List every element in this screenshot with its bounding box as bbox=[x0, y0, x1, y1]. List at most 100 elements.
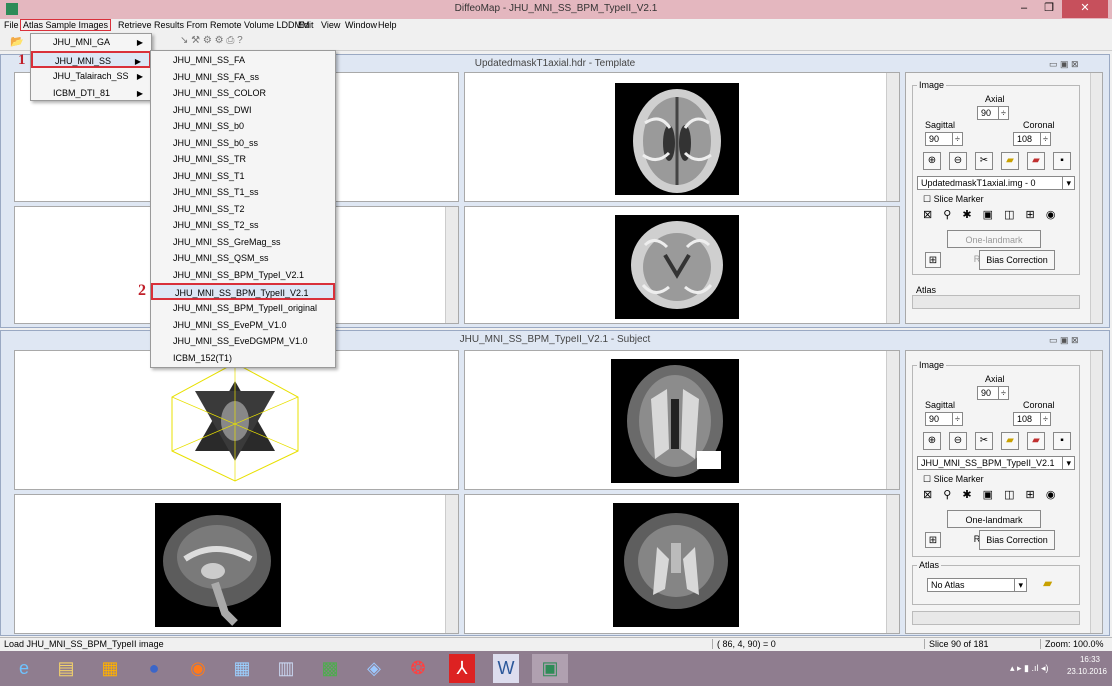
zoom-in-icon[interactable]: ⊕ bbox=[923, 432, 941, 450]
atlas-open-icon[interactable]: ▰ bbox=[1043, 576, 1052, 590]
template-axial-scrollbar[interactable] bbox=[886, 73, 899, 201]
submenu-item[interactable]: JHU_MNI_SS_FA_ss bbox=[151, 69, 335, 86]
template-panel-scrollbar[interactable] bbox=[1090, 73, 1102, 323]
zoom-in-icon[interactable]: ⊕ bbox=[923, 152, 941, 170]
menu-item-jhu-talairach-ss[interactable]: JHU_Talairach_SS ▶ bbox=[31, 68, 151, 85]
menu-help[interactable]: Help bbox=[378, 20, 397, 30]
zoom-out-icon[interactable]: ⊖ bbox=[949, 432, 967, 450]
subject-image-select[interactable]: JHU_MNI_SS_BPM_TypeII_V2.1 ▾ bbox=[917, 456, 1075, 470]
open-icon[interactable]: ▰ bbox=[1001, 152, 1019, 170]
subject-coronal-scrollbar[interactable] bbox=[886, 495, 899, 633]
template-window-controls[interactable]: ▭ ▣ ⊠ bbox=[1049, 59, 1079, 70]
subject-panel-scrollbar[interactable] bbox=[1090, 351, 1102, 633]
notepad-icon[interactable]: ▥ bbox=[268, 654, 304, 683]
diffeomap-task-icon[interactable]: ▣ bbox=[532, 654, 568, 683]
subject-window-controls[interactable]: ▭ ▣ ⊠ bbox=[1049, 335, 1079, 346]
menu-atlas-sample-images[interactable]: Atlas Sample Images bbox=[20, 19, 112, 31]
menu-edit[interactable]: Edit bbox=[298, 20, 314, 30]
template-one-landmark-button[interactable]: One-landmark Resample bbox=[947, 230, 1041, 264]
submenu-item[interactable]: JHU_MNI_SS_b0_ss bbox=[151, 135, 335, 152]
save-icon[interactable]: ▪ bbox=[1053, 432, 1071, 450]
app-icon-2[interactable]: ▦ bbox=[224, 654, 260, 683]
submenu-item[interactable]: JHU_MNI_SS_FA bbox=[151, 52, 335, 69]
load-icon[interactable]: ▰ bbox=[1027, 432, 1045, 450]
submenu-item[interactable]: JHU_MNI_SS_BPM_TypeII_original bbox=[151, 300, 335, 317]
media-icon[interactable]: ● bbox=[136, 654, 172, 683]
app-icon-3[interactable]: ◈ bbox=[356, 654, 392, 683]
close-icon[interactable]: ✕ bbox=[1062, 0, 1108, 18]
menu-retrieve-results[interactable]: Retrieve Results From Remote Volume LDDM… bbox=[118, 20, 310, 30]
word-icon[interactable]: W bbox=[493, 654, 519, 683]
subject-pane-axial[interactable] bbox=[464, 350, 900, 490]
app-icon-4[interactable]: ❂ bbox=[400, 654, 436, 683]
subject-pane-sagittal[interactable] bbox=[14, 494, 459, 634]
subject-pane-3d[interactable] bbox=[14, 350, 459, 490]
subject-one-landmark-button[interactable]: One-landmark Resample bbox=[947, 510, 1041, 544]
zoom-out-icon[interactable]: ⊖ bbox=[949, 152, 967, 170]
submenu-item[interactable]: JHU_MNI_SS_GreMag_ss bbox=[151, 234, 335, 251]
submenu-item[interactable]: JHU_MNI_SS_BPM_TypeI_V2.1 bbox=[151, 267, 335, 284]
template-h-scrollbar[interactable] bbox=[912, 295, 1080, 309]
template-slice-marker-checkbox[interactable]: ☐ Slice Marker bbox=[923, 194, 984, 205]
subject-tool-icons[interactable]: ⊠ ⚲ ✱ ▣ ◫ ⊞ ◉ bbox=[923, 488, 1073, 506]
load-icon[interactable]: ▰ bbox=[1027, 152, 1045, 170]
submenu-item[interactable]: JHU_MNI_SS_b0 bbox=[151, 118, 335, 135]
subject-coronal-spinner[interactable]: 108 ÷ bbox=[1013, 412, 1051, 426]
submenu-item-bpm-typeii-v2-1[interactable]: JHU_MNI_SS_BPM_TypeII_V2.1 bbox=[151, 283, 335, 300]
submenu-item[interactable]: JHU_MNI_SS_QSM_ss bbox=[151, 250, 335, 267]
menu-window[interactable]: Window bbox=[345, 20, 377, 30]
open-icon[interactable]: ▰ bbox=[1001, 432, 1019, 450]
submenu-item[interactable]: JHU_MNI_SS_TR bbox=[151, 151, 335, 168]
template-bias-button[interactable]: Bias Correction bbox=[979, 250, 1055, 270]
menu-file[interactable]: File bbox=[4, 20, 19, 30]
template-axial-spinner[interactable]: 90 ÷ bbox=[977, 106, 1009, 120]
subject-slice-marker-checkbox[interactable]: ☐ Slice Marker bbox=[923, 474, 984, 485]
minimize-icon[interactable]: – bbox=[1012, 0, 1036, 18]
menu-view[interactable]: View bbox=[321, 20, 340, 30]
bias-icon[interactable]: ⊞ bbox=[925, 532, 941, 548]
menu-item-jhu-mni-ss[interactable]: JHU_MNI_SS ▶ bbox=[31, 51, 151, 68]
status-zoom: Zoom: 100.0% bbox=[1040, 639, 1104, 649]
ie-icon[interactable]: e bbox=[6, 654, 42, 683]
submenu-item[interactable]: JHU_MNI_SS_T2_ss bbox=[151, 217, 335, 234]
template-coronal-scrollbar[interactable] bbox=[886, 207, 899, 323]
submenu-item[interactable]: JHU_MNI_SS_DWI bbox=[151, 102, 335, 119]
toolbar: 📂 ↘ ⚒ ⚙ ⚙ ⎙ ? bbox=[0, 33, 1112, 51]
submenu-item[interactable]: JHU_MNI_SS_EveDGMPM_V1.0 bbox=[151, 333, 335, 350]
template-image-select[interactable]: UpdatedmaskT1axial.img - 0 ▾ bbox=[917, 176, 1075, 190]
submenu-item[interactable]: JHU_MNI_SS_T1_ss bbox=[151, 184, 335, 201]
template-pane-coronal[interactable] bbox=[464, 206, 900, 324]
tools-icon[interactable]: ✂ bbox=[975, 432, 993, 450]
template-tool-icons[interactable]: ⊠ ⚲ ✱ ▣ ◫ ⊞ ◉ bbox=[923, 208, 1073, 226]
explorer-icon[interactable]: ▤ bbox=[48, 654, 84, 683]
submenu-item[interactable]: JHU_MNI_SS_T1 bbox=[151, 168, 335, 185]
template-sagittal-scrollbar[interactable] bbox=[445, 207, 458, 323]
template-sagittal-spinner[interactable]: 90 ÷ bbox=[925, 132, 963, 146]
submenu-item[interactable]: ICBM_152(T1) bbox=[151, 350, 335, 367]
maximize-icon[interactable]: ❐ bbox=[1037, 0, 1061, 18]
subject-sagittal-scrollbar[interactable] bbox=[445, 495, 458, 633]
subject-sagittal-spinner[interactable]: 90 ÷ bbox=[925, 412, 963, 426]
excel-icon[interactable]: ▩ bbox=[312, 654, 348, 683]
save-icon[interactable]: ▪ bbox=[1053, 152, 1071, 170]
subject-axial-scrollbar[interactable] bbox=[886, 351, 899, 489]
menu-item-icbm-dti-81[interactable]: ICBM_DTI_81 ▶ bbox=[31, 85, 151, 102]
pdf-icon[interactable]: ⅄ bbox=[449, 654, 475, 683]
menu-item-jhu-mni-ga[interactable]: JHU_MNI_GA ▶ bbox=[31, 34, 151, 51]
open-folder-icon[interactable]: 📂 bbox=[10, 35, 24, 48]
subject-bias-button[interactable]: Bias Correction bbox=[979, 530, 1055, 550]
subject-atlas-select[interactable]: No Atlas ▾ bbox=[927, 578, 1027, 592]
subject-axial-spinner[interactable]: 90 ÷ bbox=[977, 386, 1009, 400]
submenu-item[interactable]: JHU_MNI_SS_COLOR bbox=[151, 85, 335, 102]
browser-icon[interactable]: ◉ bbox=[180, 654, 216, 683]
submenu-item[interactable]: JHU_MNI_SS_T2 bbox=[151, 201, 335, 218]
subject-pane-coronal[interactable] bbox=[464, 494, 900, 634]
template-pane-axial[interactable] bbox=[464, 72, 900, 202]
bias-icon[interactable]: ⊞ bbox=[925, 252, 941, 268]
tray-icons[interactable]: ▴ ▸ ▮ .ıl ◂) bbox=[1010, 663, 1049, 674]
subject-h-scrollbar[interactable] bbox=[912, 611, 1080, 625]
template-coronal-spinner[interactable]: 108 ÷ bbox=[1013, 132, 1051, 146]
submenu-item[interactable]: JHU_MNI_SS_EvePM_V1.0 bbox=[151, 317, 335, 334]
app-icon-1[interactable]: ▦ bbox=[92, 654, 128, 683]
tools-icon[interactable]: ✂ bbox=[975, 152, 993, 170]
